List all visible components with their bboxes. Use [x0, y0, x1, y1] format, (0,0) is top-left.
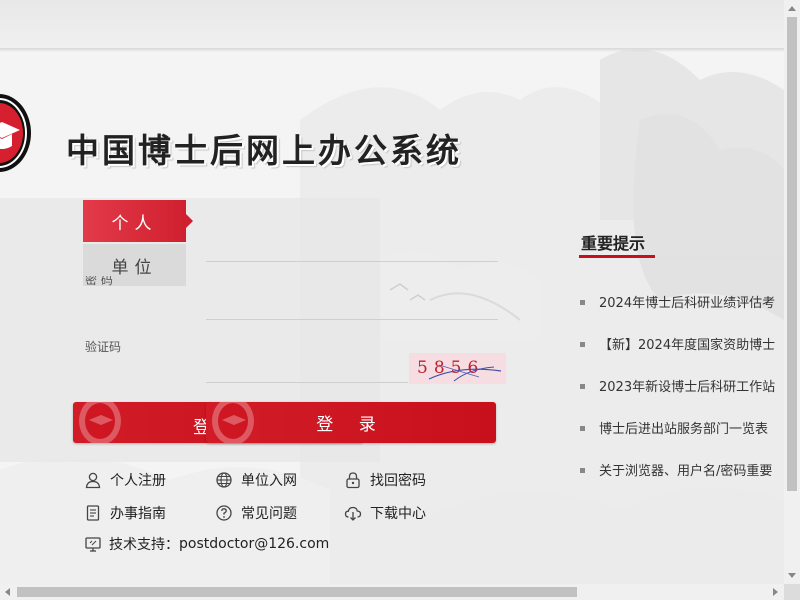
notice-item[interactable]: 博士后进出站服务部门一览表	[580, 418, 784, 437]
emblem-logo	[0, 92, 32, 174]
password-input[interactable]	[206, 296, 498, 320]
scroll-up-arrow-icon[interactable]	[788, 6, 796, 11]
scroll-left-arrow-icon[interactable]	[5, 588, 10, 596]
tech-support-email[interactable]: postdoctor@126.com	[179, 536, 329, 552]
vertical-scrollbar[interactable]	[784, 0, 800, 584]
captcha-label: 验证码	[85, 340, 122, 354]
globe-icon	[216, 472, 232, 488]
link-personal-register-label: 个人注册	[110, 473, 166, 489]
link-personal-register[interactable]: 个人注册	[84, 470, 166, 490]
login-button-label: 登 录	[316, 415, 386, 435]
document-icon	[86, 505, 100, 521]
link-unit-join-label: 单位入网	[241, 473, 297, 489]
lock-icon	[346, 472, 360, 489]
notice-item-text: 【新】2024年度国家资助博士	[599, 338, 776, 353]
horizontal-scroll-thumb[interactable]	[17, 587, 577, 597]
notice-item-text: 2024年博士后科研业绩评估考	[599, 296, 776, 311]
notice-item[interactable]: 2024年博士后科研业绩评估考	[580, 292, 784, 311]
vertical-scroll-thumb[interactable]	[787, 17, 797, 491]
cloud-download-icon	[344, 506, 362, 521]
top-strip-shadow	[0, 48, 784, 52]
tab-personal[interactable]: 个人	[83, 200, 193, 242]
tech-support: 技术支持： postdoctor@126.com	[84, 534, 329, 554]
user-icon	[85, 472, 101, 489]
top-strip	[0, 0, 784, 50]
password-label: 密 码	[85, 276, 113, 287]
watermark-emblem-icon	[79, 402, 121, 443]
scroll-right-arrow-icon[interactable]	[773, 588, 778, 596]
scroll-down-arrow-icon[interactable]	[788, 573, 796, 578]
login-button[interactable]: 登 录	[206, 402, 496, 443]
link-service-guide-label: 办事指南	[110, 506, 166, 522]
tech-support-label: 技术支持：	[109, 537, 179, 553]
link-faq[interactable]: 常见问题	[215, 503, 297, 523]
scrollbar-corner	[784, 584, 800, 600]
captcha-input[interactable]	[206, 360, 408, 383]
notices-divider	[655, 257, 784, 258]
link-service-guide[interactable]: 办事指南	[84, 503, 166, 523]
link-unit-join[interactable]: 单位入网	[215, 470, 297, 490]
bullet-icon	[580, 426, 585, 431]
link-download-center[interactable]: 下载中心	[344, 503, 426, 523]
notice-item[interactable]: 【新】2024年度国家资助博士	[580, 334, 784, 353]
notice-item-text: 博士后进出站服务部门一览表	[599, 422, 769, 437]
page-title: 中国博士后网上办公系统	[66, 131, 462, 170]
bullet-icon	[580, 468, 585, 473]
bullet-icon	[580, 384, 585, 389]
notice-item[interactable]: 关于浏览器、用户名/密码重要	[580, 460, 784, 479]
notice-item-text: 关于浏览器、用户名/密码重要	[599, 464, 773, 479]
notices-title-underline	[579, 255, 655, 258]
monitor-icon	[85, 537, 101, 552]
notice-item-text: 2023年新设博士后科研工作站	[599, 380, 776, 395]
horizontal-scrollbar[interactable]	[0, 584, 784, 600]
captcha-text: 5856	[417, 358, 484, 378]
link-recover-password[interactable]: 找回密码	[344, 470, 426, 490]
watermark-emblem-icon	[212, 402, 254, 443]
username-input[interactable]	[206, 238, 498, 262]
link-faq-label: 常见问题	[241, 506, 297, 522]
bullet-icon	[580, 342, 585, 347]
captcha-image[interactable]: 5856	[409, 353, 506, 384]
question-icon	[216, 505, 232, 521]
bullet-icon	[580, 300, 585, 305]
notice-item[interactable]: 2023年新设博士后科研工作站	[580, 376, 784, 395]
link-recover-password-label: 找回密码	[370, 473, 426, 489]
link-download-center-label: 下载中心	[370, 506, 426, 522]
